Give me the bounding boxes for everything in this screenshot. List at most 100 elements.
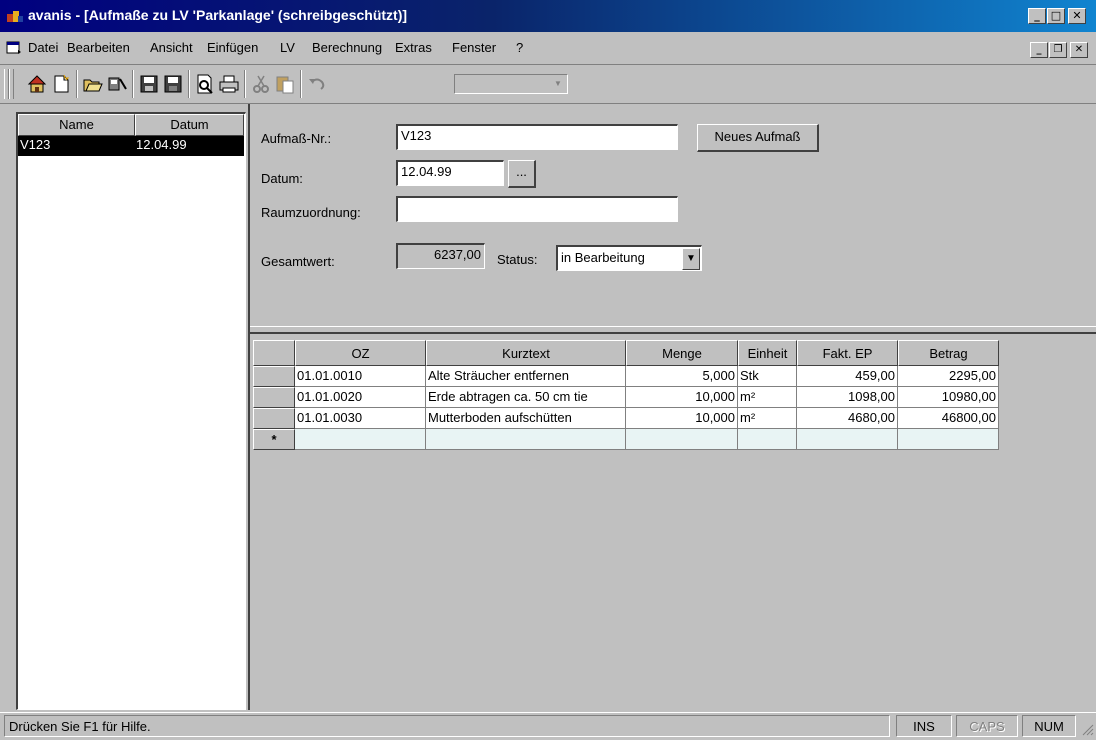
horizontal-splitter[interactable] [250,326,1096,334]
list-item[interactable]: V123 12.04.99 [18,136,244,156]
new-document-icon[interactable] [50,73,72,95]
menu-ansicht[interactable]: Ansicht [150,40,193,55]
home-icon[interactable] [26,73,48,95]
cell-kurztext[interactable]: Alte Sträucher entfernen [426,366,626,387]
tools-icon[interactable] [106,73,128,95]
row-selector[interactable] [253,366,295,387]
new-row-marker[interactable]: * [253,429,295,450]
toolbar-separator [244,70,246,98]
date-picker-button[interactable]: ... [508,160,536,188]
maximize-button[interactable]: □ [1047,8,1065,24]
cell-fakt-ep[interactable]: 459,00 [797,366,898,387]
cell-betrag[interactable]: 46800,00 [898,408,999,429]
chevron-down-icon[interactable]: ▼ [682,248,700,270]
window-title: avanis - [Aufmaße zu LV 'Parkanlage' (sc… [28,7,408,23]
status-ins: INS [896,715,952,737]
grid-header-einheit[interactable]: Einheit [738,340,797,366]
new-cell-fakt-ep[interactable] [797,429,898,450]
list-item-datum: 12.04.99 [136,137,187,152]
cut-icon[interactable] [250,73,272,95]
paste-icon[interactable] [274,73,296,95]
row-selector[interactable] [253,387,295,408]
menu-fenster[interactable]: Fenster [452,40,496,55]
cell-fakt-ep[interactable]: 4680,00 [797,408,898,429]
raumzuordnung-label: Raumzuordnung: [261,205,361,220]
menu-lv[interactable]: LV [280,40,295,55]
datum-field[interactable]: 12.04.99 [396,160,504,186]
cell-kurztext[interactable]: Erde abtragen ca. 50 cm tie [426,387,626,408]
aufmass-nr-label: Aufmaß-Nr.: [261,131,332,146]
toolbar-grip[interactable] [9,69,14,99]
save-all-icon[interactable] [162,73,184,95]
cell-menge[interactable]: 10,000 [626,387,738,408]
grid-header-menge[interactable]: Menge [626,340,738,366]
cell-oz[interactable]: 01.01.0030 [295,408,426,429]
menu-bearbeiten[interactable]: Bearbeiten [67,40,130,55]
list-header-datum[interactable]: Datum [135,114,244,136]
close-button[interactable]: ✕ [1068,8,1086,24]
status-select-value: in Bearbeitung [561,250,645,265]
document-menu-icon[interactable] [6,41,22,55]
new-cell-menge[interactable] [626,429,738,450]
grid-header-fakt-ep[interactable]: Fakt. EP [797,340,898,366]
toolbar-separator [132,70,134,98]
cell-kurztext[interactable]: Mutterboden aufschütten [426,408,626,429]
menu-bar: Datei Bearbeiten Ansicht Einfügen LV Ber… [0,32,1096,64]
new-cell-kurztext[interactable] [426,429,626,450]
cell-oz[interactable]: 01.01.0020 [295,387,426,408]
toolbar-combo[interactable]: ▼ [454,74,568,94]
cell-betrag[interactable]: 2295,00 [898,366,999,387]
undo-icon[interactable] [306,73,328,95]
save-icon[interactable] [138,73,160,95]
status-caps: CAPS [956,715,1018,737]
app-icon[interactable] [6,8,24,24]
print-icon[interactable] [218,73,240,95]
mdi-restore-button[interactable]: ❐ [1049,42,1067,58]
mdi-close-button[interactable]: ✕ [1070,42,1088,58]
open-folder-icon[interactable] [82,73,104,95]
grid-header-oz[interactable]: OZ [295,340,426,366]
aufmass-list[interactable]: Name Datum V123 12.04.99 [16,112,246,710]
toolbar-separator [76,70,78,98]
cell-einheit[interactable]: Stk [738,366,797,387]
aufmass-nr-field[interactable]: V123 [396,124,678,150]
toolbar-separator [188,70,190,98]
toolbar-separator [300,70,302,98]
title-bar[interactable]: avanis - [Aufmaße zu LV 'Parkanlage' (sc… [0,0,1096,32]
menu-extras[interactable]: Extras [395,40,432,55]
new-cell-einheit[interactable] [738,429,797,450]
datum-label: Datum: [261,171,303,186]
cell-einheit[interactable]: m² [738,387,797,408]
resize-grip-icon[interactable] [1080,722,1094,736]
cell-betrag[interactable]: 10980,00 [898,387,999,408]
gesamtwert-field: 6237,00 [396,243,485,269]
cell-oz[interactable]: 01.01.0010 [295,366,426,387]
raumzuordnung-field[interactable] [396,196,678,222]
vertical-splitter[interactable] [248,104,250,710]
menu-einfuegen[interactable]: Einfügen [207,40,258,55]
gesamtwert-label: Gesamtwert: [261,254,335,269]
row-selector[interactable] [253,408,295,429]
status-hint: Drücken Sie F1 für Hilfe. [4,715,890,737]
status-select[interactable]: in Bearbeitung ▼ [556,245,702,271]
cell-menge[interactable]: 5,000 [626,366,738,387]
cell-fakt-ep[interactable]: 1098,00 [797,387,898,408]
grid-corner[interactable] [253,340,295,366]
minimize-button[interactable]: _ [1028,8,1046,24]
list-header-name[interactable]: Name [18,114,135,136]
menu-datei[interactable]: Datei [28,40,58,55]
chevron-down-icon[interactable]: ▼ [550,76,566,92]
new-cell-oz[interactable] [295,429,426,450]
cell-einheit[interactable]: m² [738,408,797,429]
list-item-name: V123 [20,137,51,152]
grid-header-betrag[interactable]: Betrag [898,340,999,366]
new-cell-betrag[interactable] [898,429,999,450]
cell-menge[interactable]: 10,000 [626,408,738,429]
menu-help[interactable]: ? [516,40,523,55]
print-preview-icon[interactable] [194,73,216,95]
grid-header-kurztext[interactable]: Kurztext [426,340,626,366]
menu-berechnung[interactable]: Berechnung [312,40,382,55]
mdi-minimize-button[interactable]: _ [1030,42,1048,58]
neues-aufmass-button[interactable]: Neues Aufmaß [697,124,819,152]
status-label: Status: [497,252,538,267]
